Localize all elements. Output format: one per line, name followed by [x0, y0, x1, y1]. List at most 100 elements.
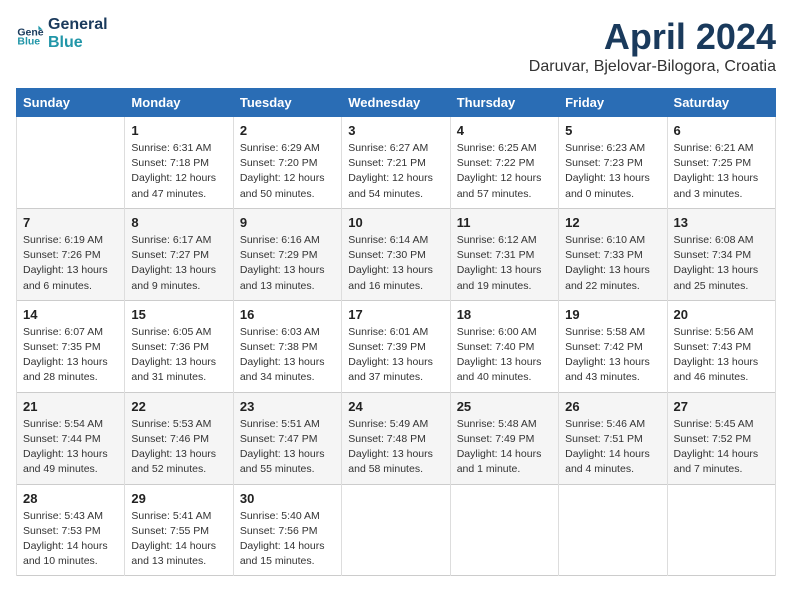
- day-info: Sunrise: 5:54 AM Sunset: 7:44 PM Dayligh…: [23, 417, 118, 478]
- day-number: 14: [23, 307, 118, 322]
- day-number: 18: [457, 307, 552, 322]
- calendar-cell: 10 Sunrise: 6:14 AM Sunset: 7:30 PM Dayli…: [342, 208, 450, 300]
- day-number: 29: [131, 491, 226, 506]
- calendar-cell: [17, 117, 125, 209]
- day-number: 26: [565, 399, 660, 414]
- day-number: 21: [23, 399, 118, 414]
- calendar-cell: 2Sunrise: 6:29 AM Sunset: 7:20 PM Daylig…: [233, 117, 341, 209]
- day-number: 16: [240, 307, 335, 322]
- day-info: Sunrise: 5:58 AM Sunset: 7:42 PM Dayligh…: [565, 325, 660, 386]
- day-info: Sunrise: 5:51 AM Sunset: 7:47 PM Dayligh…: [240, 417, 335, 478]
- day-number: 4: [457, 123, 552, 138]
- day-number: 5: [565, 123, 660, 138]
- day-info: Sunrise: 6:12 AM Sunset: 7:31 PM Dayligh…: [457, 233, 552, 294]
- calendar-cell: 21 Sunrise: 5:54 AM Sunset: 7:44 PM Dayli…: [17, 392, 125, 484]
- day-number: 13: [674, 215, 769, 230]
- day-number: 27: [674, 399, 769, 414]
- day-info: Sunrise: 6:00 AM Sunset: 7:40 PM Dayligh…: [457, 325, 552, 386]
- calendar-cell: 16Sunrise: 6:03 AM Sunset: 7:38 PM Dayli…: [233, 300, 341, 392]
- day-info: Sunrise: 6:14 AM Sunset: 7:30 PM Dayligh…: [348, 233, 443, 294]
- day-number: 19: [565, 307, 660, 322]
- day-number: 22: [131, 399, 226, 414]
- day-info: Sunrise: 6:10 AM Sunset: 7:33 PM Dayligh…: [565, 233, 660, 294]
- day-info: Sunrise: 6:19 AM Sunset: 7:26 PM Dayligh…: [23, 233, 118, 294]
- calendar-cell: 11 Sunrise: 6:12 AM Sunset: 7:31 PM Dayli…: [450, 208, 558, 300]
- day-info: Sunrise: 5:40 AM Sunset: 7:56 PM Dayligh…: [240, 509, 335, 570]
- calendar-cell: 22 Sunrise: 5:53 AM Sunset: 7:46 PM Dayli…: [125, 392, 233, 484]
- day-number: 24: [348, 399, 443, 414]
- day-info: Sunrise: 6:07 AM Sunset: 7:35 PM Dayligh…: [23, 325, 118, 386]
- day-info: Sunrise: 6:17 AM Sunset: 7:27 PM Dayligh…: [131, 233, 226, 294]
- calendar-cell: 9 Sunrise: 6:16 AM Sunset: 7:29 PM Daylig…: [233, 208, 341, 300]
- day-info: Sunrise: 5:43 AM Sunset: 7:53 PM Dayligh…: [23, 509, 118, 570]
- calendar-cell: 20Sunrise: 5:56 AM Sunset: 7:43 PM Dayli…: [667, 300, 775, 392]
- day-number: 23: [240, 399, 335, 414]
- day-info: Sunrise: 6:29 AM Sunset: 7:20 PM Dayligh…: [240, 141, 335, 202]
- calendar-cell: 8 Sunrise: 6:17 AM Sunset: 7:27 PM Daylig…: [125, 208, 233, 300]
- calendar-cell: 4 Sunrise: 6:25 AM Sunset: 7:22 PM Daylig…: [450, 117, 558, 209]
- day-info: Sunrise: 6:16 AM Sunset: 7:29 PM Dayligh…: [240, 233, 335, 294]
- calendar-cell: 12 Sunrise: 6:10 AM Sunset: 7:33 PM Dayli…: [559, 208, 667, 300]
- title-block: April 2024 Daruvar, Bjelovar-Bilogora, C…: [529, 16, 776, 76]
- calendar-cell: 27 Sunrise: 5:45 AM Sunset: 7:52 PM Dayli…: [667, 392, 775, 484]
- day-info: Sunrise: 5:49 AM Sunset: 7:48 PM Dayligh…: [348, 417, 443, 478]
- day-info: Sunrise: 5:46 AM Sunset: 7:51 PM Dayligh…: [565, 417, 660, 478]
- weekday-header: Friday: [559, 89, 667, 117]
- svg-text:Blue: Blue: [17, 35, 40, 47]
- day-info: Sunrise: 5:48 AM Sunset: 7:49 PM Dayligh…: [457, 417, 552, 478]
- day-number: 25: [457, 399, 552, 414]
- day-info: Sunrise: 6:25 AM Sunset: 7:22 PM Dayligh…: [457, 141, 552, 202]
- logo-blue: Blue: [48, 34, 108, 52]
- day-number: 1: [131, 123, 226, 138]
- logo: General Blue General Blue: [16, 16, 108, 51]
- day-number: 12: [565, 215, 660, 230]
- calendar-cell: 19 Sunrise: 5:58 AM Sunset: 7:42 PM Dayli…: [559, 300, 667, 392]
- calendar-cell: 23 Sunrise: 5:51 AM Sunset: 7:47 PM Dayli…: [233, 392, 341, 484]
- day-number: 8: [131, 215, 226, 230]
- calendar-cell: 29Sunrise: 5:41 AM Sunset: 7:55 PM Dayli…: [125, 484, 233, 576]
- calendar-cell: 15 Sunrise: 6:05 AM Sunset: 7:36 PM Dayli…: [125, 300, 233, 392]
- day-number: 15: [131, 307, 226, 322]
- calendar-cell: 30 Sunrise: 5:40 AM Sunset: 7:56 PM Dayli…: [233, 484, 341, 576]
- calendar-cell: 14 Sunrise: 6:07 AM Sunset: 7:35 PM Dayli…: [17, 300, 125, 392]
- calendar-cell: 7Sunrise: 6:19 AM Sunset: 7:26 PM Daylig…: [17, 208, 125, 300]
- day-info: Sunrise: 6:01 AM Sunset: 7:39 PM Dayligh…: [348, 325, 443, 386]
- day-number: 20: [674, 307, 769, 322]
- logo-general: General: [48, 16, 108, 34]
- calendar-cell: 6Sunrise: 6:21 AM Sunset: 7:25 PM Daylig…: [667, 117, 775, 209]
- calendar-cell: 28 Sunrise: 5:43 AM Sunset: 7:53 PM Dayli…: [17, 484, 125, 576]
- calendar-cell: 18 Sunrise: 6:00 AM Sunset: 7:40 PM Dayli…: [450, 300, 558, 392]
- day-number: 17: [348, 307, 443, 322]
- weekday-header: Thursday: [450, 89, 558, 117]
- day-info: Sunrise: 6:21 AM Sunset: 7:25 PM Dayligh…: [674, 141, 769, 202]
- day-number: 28: [23, 491, 118, 506]
- calendar-table: SundayMondayTuesdayWednesdayThursdayFrid…: [16, 88, 776, 576]
- day-info: Sunrise: 6:08 AM Sunset: 7:34 PM Dayligh…: [674, 233, 769, 294]
- weekday-header: Saturday: [667, 89, 775, 117]
- calendar-cell: 24 Sunrise: 5:49 AM Sunset: 7:48 PM Dayli…: [342, 392, 450, 484]
- day-number: 3: [348, 123, 443, 138]
- day-number: 30: [240, 491, 335, 506]
- logo-icon: General Blue: [16, 20, 44, 48]
- calendar-cell: 1 Sunrise: 6:31 AM Sunset: 7:18 PM Daylig…: [125, 117, 233, 209]
- day-info: Sunrise: 6:05 AM Sunset: 7:36 PM Dayligh…: [131, 325, 226, 386]
- day-number: 10: [348, 215, 443, 230]
- day-number: 11: [457, 215, 552, 230]
- calendar-cell: [667, 484, 775, 576]
- day-info: Sunrise: 5:45 AM Sunset: 7:52 PM Dayligh…: [674, 417, 769, 478]
- calendar-title: April 2024: [529, 16, 776, 58]
- calendar-cell: 3Sunrise: 6:27 AM Sunset: 7:21 PM Daylig…: [342, 117, 450, 209]
- weekday-header: Sunday: [17, 89, 125, 117]
- calendar-cell: [342, 484, 450, 576]
- calendar-cell: 5 Sunrise: 6:23 AM Sunset: 7:23 PM Daylig…: [559, 117, 667, 209]
- day-info: Sunrise: 6:31 AM Sunset: 7:18 PM Dayligh…: [131, 141, 226, 202]
- calendar-cell: [450, 484, 558, 576]
- weekday-header: Wednesday: [342, 89, 450, 117]
- day-number: 9: [240, 215, 335, 230]
- weekday-header: Monday: [125, 89, 233, 117]
- calendar-subtitle: Daruvar, Bjelovar-Bilogora, Croatia: [529, 58, 776, 76]
- calendar-cell: [559, 484, 667, 576]
- day-info: Sunrise: 5:53 AM Sunset: 7:46 PM Dayligh…: [131, 417, 226, 478]
- weekday-header: Tuesday: [233, 89, 341, 117]
- day-info: Sunrise: 6:23 AM Sunset: 7:23 PM Dayligh…: [565, 141, 660, 202]
